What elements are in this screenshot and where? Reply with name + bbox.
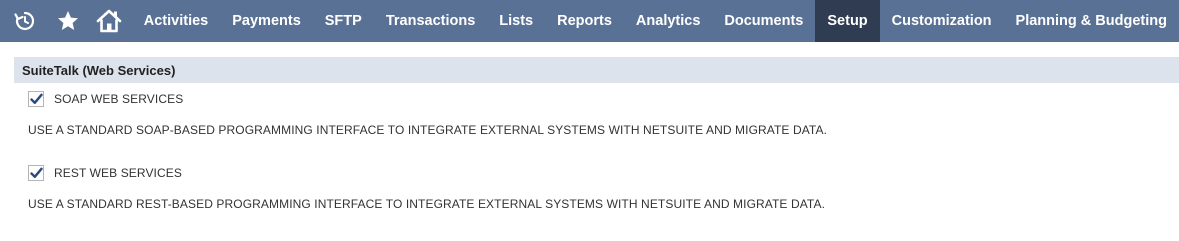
checkmark-icon (29, 93, 43, 104)
section-header-suitetalk: SuiteTalk (Web Services) (14, 57, 1179, 83)
nav-item-activities[interactable]: Activities (132, 0, 220, 42)
nav-item-lists[interactable]: Lists (487, 0, 545, 42)
home-icon[interactable] (85, 0, 131, 42)
rest-web-services-checkbox[interactable] (28, 165, 44, 181)
rest-web-services-label: REST WEB SERVICES (54, 166, 182, 180)
section-title: SuiteTalk (Web Services) (22, 62, 176, 78)
rest-web-services-help: USE A STANDARD REST-BASED PROGRAMMING IN… (28, 197, 826, 211)
nav-item-analytics[interactable]: Analytics (624, 0, 712, 42)
favorites-star-icon[interactable] (50, 0, 86, 42)
checkmark-icon (29, 167, 43, 178)
nav-item-payments[interactable]: Payments (220, 0, 313, 42)
soap-web-services-checkbox[interactable] (28, 91, 44, 107)
soap-web-services-label: SOAP WEB SERVICES (54, 92, 184, 106)
rest-web-services-field: REST WEB SERVICES (28, 165, 182, 181)
nav-item-sftp[interactable]: SFTP (313, 0, 374, 42)
soap-web-services-field: SOAP WEB SERVICES (28, 91, 183, 107)
nav-item-documents[interactable]: Documents (712, 0, 815, 42)
nav-item-reports[interactable]: Reports (545, 0, 624, 42)
nav-item-setup[interactable]: Setup (815, 0, 880, 42)
soap-web-services-help: USE A STANDARD SOAP-BASED PROGRAMMING IN… (28, 123, 828, 137)
nav-item-transactions[interactable]: Transactions (374, 0, 487, 42)
recent-history-icon[interactable] (0, 0, 50, 42)
nav-item-customization[interactable]: Customization (880, 0, 1004, 42)
nav-item-planning-budgeting[interactable]: Planning & Budgeting (1004, 0, 1179, 42)
main-navigation-bar: Activities Payments SFTP Transactions Li… (0, 0, 1179, 42)
